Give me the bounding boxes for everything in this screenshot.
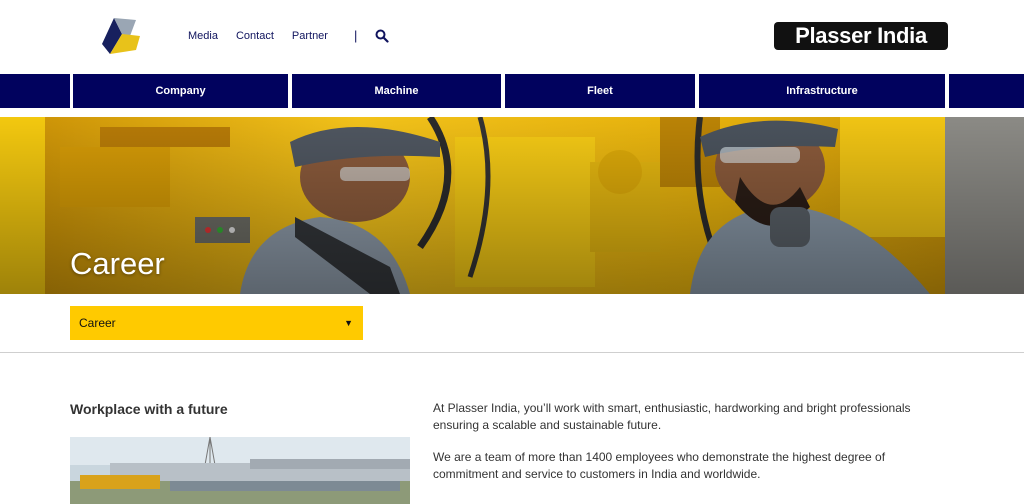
brand-logo[interactable]: Plasser India [774, 22, 948, 50]
nav-spacer-left [0, 74, 70, 108]
company-logo[interactable] [96, 14, 142, 56]
media-link[interactable]: Media [188, 30, 218, 42]
nav-item-fleet[interactable]: Fleet [505, 74, 695, 108]
caret-down-icon: ▼ [344, 318, 353, 328]
team-paragraph: We are a team of more than 1400 employee… [433, 450, 886, 481]
nav-separator: | [353, 28, 358, 43]
utility-nav: Media Contact Partner | [188, 28, 389, 43]
page-title: Career [70, 246, 165, 281]
factory-photo [70, 437, 410, 504]
main-nav: Company Machine Fleet Infrastructure [0, 74, 1024, 109]
partner-link[interactable]: Partner [292, 30, 328, 42]
hero-banner: Career [0, 117, 1024, 294]
section-title: Workplace with a future [70, 401, 228, 417]
nav-item-machine[interactable]: Machine [292, 74, 501, 108]
section-select-value: Career [79, 316, 116, 330]
top-header: Media Contact Partner | Plasser India [0, 0, 1024, 74]
search-icon[interactable] [375, 29, 389, 43]
nav-item-infrastructure[interactable]: Infrastructure [699, 74, 945, 108]
nav-item-company[interactable]: Company [73, 74, 288, 108]
section-select[interactable]: Career ▼ [70, 306, 363, 340]
intro-paragraph: At Plasser India, you’ll work with smart… [433, 401, 911, 432]
nav-spacer-right [949, 74, 1024, 108]
divider [0, 352, 1024, 353]
contact-link[interactable]: Contact [236, 30, 274, 42]
